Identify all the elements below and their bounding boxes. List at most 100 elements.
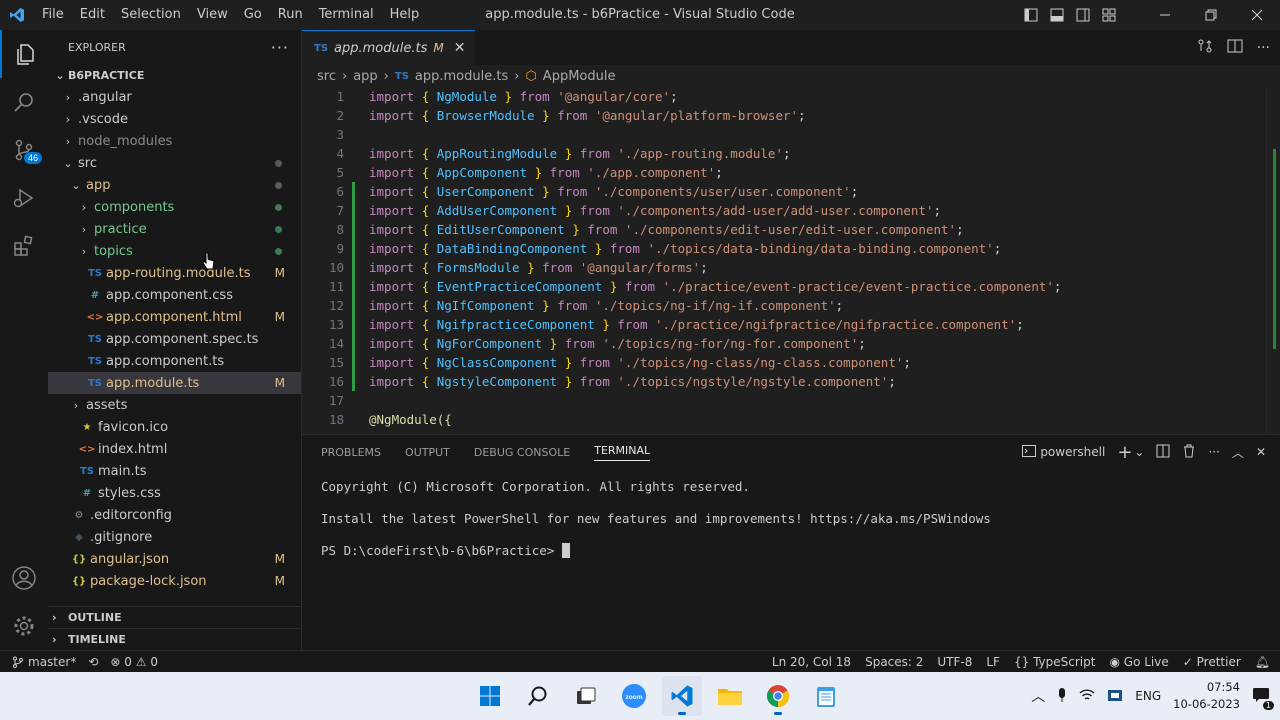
restore-icon[interactable] bbox=[1188, 0, 1234, 30]
panel-tab-problems[interactable]: PROBLEMS bbox=[321, 446, 381, 459]
file-explorer-icon[interactable] bbox=[710, 676, 750, 716]
zoom-app-icon[interactable]: zoom bbox=[614, 676, 654, 716]
file-item[interactable]: TS main.ts bbox=[48, 460, 301, 482]
shell-name[interactable]: powershell bbox=[1040, 445, 1105, 459]
run-debug-icon[interactable] bbox=[0, 174, 48, 222]
task-view-icon[interactable] bbox=[566, 676, 606, 716]
explorer-icon[interactable] bbox=[0, 30, 48, 78]
language-mode[interactable]: {} TypeScript bbox=[1014, 655, 1095, 669]
microphone-icon[interactable] bbox=[1057, 687, 1067, 706]
folder-item[interactable]: › node_modules bbox=[48, 130, 301, 152]
notepad-icon[interactable] bbox=[806, 676, 846, 716]
breadcrumb-item[interactable]: app.module.ts bbox=[415, 69, 508, 84]
menu-item-terminal[interactable]: Terminal bbox=[311, 0, 382, 30]
minimize-icon[interactable] bbox=[1142, 0, 1188, 30]
menu-item-run[interactable]: Run bbox=[270, 0, 311, 30]
file-item[interactable]: TS app.component.spec.ts bbox=[48, 328, 301, 350]
folder-item[interactable]: › .vscode bbox=[48, 108, 301, 130]
timeline-section[interactable]: › TIMELINE bbox=[48, 628, 302, 650]
file-item[interactable]: ★ favicon.ico bbox=[48, 416, 301, 438]
indentation[interactable]: Spaces: 2 bbox=[865, 655, 923, 669]
trash-icon[interactable] bbox=[1182, 444, 1196, 461]
panel-tab-terminal[interactable]: TERMINAL bbox=[594, 444, 651, 461]
code-token: AddUserComponent bbox=[436, 203, 558, 218]
split-terminal-icon[interactable] bbox=[1156, 444, 1170, 461]
file-item[interactable]: <> index.html bbox=[48, 438, 301, 460]
folder-item[interactable]: › assets bbox=[48, 394, 301, 416]
close-panel-icon[interactable]: ✕ bbox=[1256, 445, 1266, 459]
panel-tab-debug-console[interactable]: DEBUG CONSOLE bbox=[474, 446, 570, 459]
branch-indicator[interactable]: master* bbox=[12, 655, 76, 669]
new-terminal-icon[interactable]: + bbox=[1117, 442, 1132, 463]
close-tab-icon[interactable]: ✕ bbox=[454, 40, 466, 56]
terminal-output[interactable]: Copyright (C) Microsoft Corporation. All… bbox=[302, 469, 1280, 585]
file-item[interactable]: ◆ .gitignore bbox=[48, 526, 301, 548]
search-icon[interactable] bbox=[0, 78, 48, 126]
editor-more-icon[interactable]: ··· bbox=[1257, 40, 1270, 56]
toggle-panel-icon[interactable] bbox=[1044, 0, 1070, 30]
breadcrumb-item[interactable]: src bbox=[317, 69, 336, 84]
code-editor[interactable]: 1 import { NgModule } from '@angular/core… bbox=[302, 87, 1280, 434]
menu-item-selection[interactable]: Selection bbox=[113, 0, 189, 30]
file-item[interactable]: ⚙ .editorconfig bbox=[48, 504, 301, 526]
wifi-icon[interactable] bbox=[1079, 688, 1095, 705]
file-item[interactable]: {} angular.json M bbox=[48, 548, 301, 570]
manage-gear-icon[interactable] bbox=[0, 602, 48, 650]
file-item[interactable]: <> app.component.html M bbox=[48, 306, 301, 328]
cursor-position[interactable]: Ln 20, Col 18 bbox=[772, 655, 851, 669]
close-window-icon[interactable] bbox=[1234, 0, 1280, 30]
system-clock[interactable]: 07:54 10-06-2023 bbox=[1173, 679, 1240, 713]
file-item[interactable]: # app.component.css bbox=[48, 284, 301, 306]
problems-indicator[interactable]: ⊗ 0 ⚠ 0 bbox=[110, 655, 158, 669]
customize-layout-icon[interactable] bbox=[1096, 0, 1122, 30]
tab-app-module[interactable]: TS app.module.ts M ✕ bbox=[302, 30, 476, 65]
input-language[interactable]: ENG bbox=[1135, 689, 1161, 703]
taskbar-search-icon[interactable] bbox=[518, 676, 558, 716]
source-control-icon[interactable]: 46 bbox=[0, 126, 48, 174]
folder-item[interactable]: › .angular bbox=[48, 86, 301, 108]
menu-item-view[interactable]: View bbox=[189, 0, 236, 30]
editor-scrollbar[interactable] bbox=[1266, 87, 1280, 434]
open-changes-icon[interactable] bbox=[1197, 38, 1213, 58]
breadcrumb-item[interactable]: AppModule bbox=[543, 69, 616, 84]
camera-icon[interactable] bbox=[1107, 688, 1123, 705]
chevron-down-icon[interactable]: ⌄ bbox=[1134, 445, 1144, 459]
end-of-line[interactable]: LF bbox=[986, 655, 1000, 669]
panel-tab-output[interactable]: OUTPUT bbox=[405, 446, 450, 459]
menu-item-edit[interactable]: Edit bbox=[72, 0, 113, 30]
panel-more-icon[interactable]: ··· bbox=[1208, 445, 1219, 459]
file-item[interactable]: {} package-lock.json M bbox=[48, 570, 301, 592]
folder-item[interactable]: › components bbox=[48, 196, 301, 218]
workspace-root[interactable]: ⌄ B6PRACTICE bbox=[48, 64, 301, 86]
more-actions-icon[interactable]: ··· bbox=[271, 38, 289, 57]
split-editor-icon[interactable] bbox=[1227, 38, 1243, 58]
sync-icon[interactable]: ⟲ bbox=[88, 655, 98, 669]
toggle-primary-sidebar-icon[interactable] bbox=[1018, 0, 1044, 30]
windows-start-icon[interactable] bbox=[470, 676, 510, 716]
outline-section[interactable]: › OUTLINE bbox=[48, 606, 302, 628]
file-item[interactable]: TS app.module.ts M bbox=[48, 372, 301, 394]
accounts-icon[interactable] bbox=[0, 554, 48, 602]
notification-center-icon[interactable]: 1 bbox=[1252, 687, 1274, 710]
extensions-icon[interactable] bbox=[0, 222, 48, 270]
show-hidden-icons-icon[interactable]: ︿ bbox=[1031, 686, 1045, 706]
menu-item-go[interactable]: Go bbox=[236, 0, 270, 30]
menu-item-file[interactable]: File bbox=[34, 0, 72, 30]
vscode-taskbar-icon[interactable] bbox=[662, 676, 702, 716]
file-item[interactable]: TS app-routing.module.ts M bbox=[48, 262, 301, 284]
notifications-bell-icon[interactable]: 🔔︎ bbox=[1255, 655, 1270, 669]
prettier-button[interactable]: ✓ Prettier bbox=[1183, 655, 1241, 669]
go-live-button[interactable]: ◉ Go Live bbox=[1109, 655, 1168, 669]
folder-item[interactable]: › practice bbox=[48, 218, 301, 240]
maximize-panel-icon[interactable]: ︿ bbox=[1232, 444, 1244, 461]
breadcrumb-item[interactable]: app bbox=[353, 69, 377, 84]
menu-item-help[interactable]: Help bbox=[382, 0, 428, 30]
file-item[interactable]: TS app.component.ts bbox=[48, 350, 301, 372]
file-item[interactable]: # styles.css bbox=[48, 482, 301, 504]
folder-item[interactable]: › topics bbox=[48, 240, 301, 262]
folder-item[interactable]: ⌄ src bbox=[48, 152, 301, 174]
folder-item[interactable]: ⌄ app bbox=[48, 174, 301, 196]
encoding[interactable]: UTF-8 bbox=[937, 655, 972, 669]
toggle-secondary-sidebar-icon[interactable] bbox=[1070, 0, 1096, 30]
chrome-icon[interactable] bbox=[758, 676, 798, 716]
